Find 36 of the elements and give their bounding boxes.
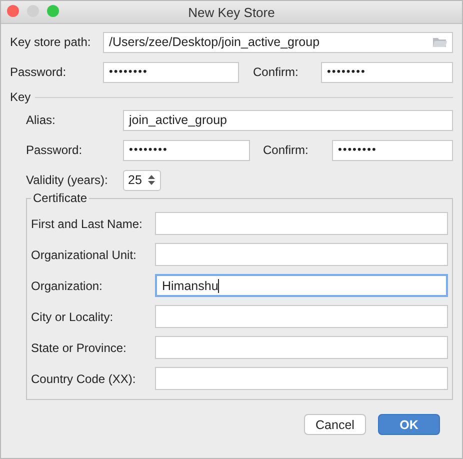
field-label: Organizational Unit: [31, 248, 138, 262]
validity-spinner[interactable]: 25 [123, 170, 161, 190]
alias-field[interactable]: join_active_group [123, 110, 453, 130]
section-label: Key [10, 90, 31, 104]
field-label: Validity (years): [26, 173, 109, 187]
field-label: Confirm: [253, 65, 300, 79]
section-label: Certificate [31, 191, 90, 205]
confirm-password-field[interactable]: •••••••• [332, 140, 453, 160]
stepper-arrows-icon[interactable] [146, 174, 156, 186]
text-field[interactable] [155, 243, 448, 266]
minimize-button[interactable] [27, 5, 39, 17]
password-field[interactable]: •••••••• [123, 140, 250, 160]
field-label: Key store path: [10, 35, 92, 49]
window-title: New Key Store [188, 4, 275, 20]
confirm-password-field[interactable]: •••••••• [321, 62, 453, 82]
field-label: First and Last Name: [31, 216, 144, 230]
text-field[interactable] [155, 305, 448, 328]
ok-button[interactable]: OK [378, 414, 440, 435]
path-field[interactable]: /Users/zee/Desktop/join_active_group [103, 32, 453, 52]
field-label: Confirm: [263, 143, 310, 157]
field-label: Organization: [31, 278, 104, 292]
text-field[interactable] [155, 336, 448, 359]
zoom-button[interactable] [47, 5, 59, 17]
folder-icon[interactable] [433, 36, 447, 48]
text-field[interactable] [155, 367, 448, 390]
text-field[interactable]: Himanshu [155, 274, 448, 297]
password-field[interactable]: •••••••• [103, 62, 239, 82]
field-label: Password: [10, 65, 68, 79]
field-label: Country Code (XX): [31, 372, 137, 386]
cancel-button[interactable]: Cancel [304, 414, 366, 435]
text-field[interactable] [155, 212, 448, 235]
close-button[interactable] [7, 5, 19, 17]
field-label: Alias: [26, 113, 56, 127]
field-label: City or Locality: [31, 310, 114, 324]
field-label: State or Province: [31, 340, 128, 354]
field-label: Password: [26, 143, 84, 157]
